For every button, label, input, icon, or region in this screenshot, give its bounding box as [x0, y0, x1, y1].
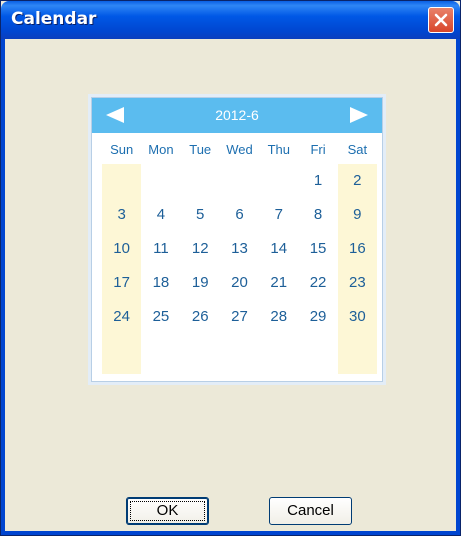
week-row: 1 2: [102, 164, 377, 198]
day-cell[interactable]: 1: [298, 164, 337, 198]
cancel-button-label: Cancel: [287, 502, 334, 519]
day-cell: [141, 164, 180, 198]
day-cell[interactable]: 19: [181, 266, 220, 300]
next-month-icon[interactable]: [350, 107, 368, 123]
day-cell[interactable]: 26: [181, 300, 220, 334]
day-cell[interactable]: 3: [102, 198, 141, 232]
day-cell: [102, 164, 141, 198]
day-cell[interactable]: 4: [141, 198, 180, 232]
day-cell[interactable]: 14: [259, 232, 298, 266]
week-row: 10 11 12 13 14 15 16: [102, 232, 377, 266]
close-x-icon: [434, 13, 448, 27]
weekday-label: Wed: [226, 142, 253, 157]
close-button[interactable]: [428, 7, 454, 33]
day-grid: 1 2 3 4 5 6 7 8 9 10 11 12 13 14 15 16 1…: [102, 164, 377, 374]
day-cell[interactable]: 17: [102, 266, 141, 300]
day-cell[interactable]: 9: [338, 198, 377, 232]
title-bar: Calendar: [1, 1, 460, 39]
week-row: 24 25 26 27 28 29 30: [102, 300, 377, 334]
calendar-widget: 2012-6 Sun Mon Tue Wed Thu Fri Sat 1 2 3…: [91, 97, 383, 382]
day-cell[interactable]: 23: [338, 266, 377, 300]
day-cell[interactable]: 25: [141, 300, 180, 334]
day-cell[interactable]: 18: [141, 266, 180, 300]
day-cell: [220, 164, 259, 198]
day-cell[interactable]: 20: [220, 266, 259, 300]
week-row: 3 4 5 6 7 8 9: [102, 198, 377, 232]
window-border-right: [456, 39, 460, 535]
dialog-body: 2012-6 Sun Mon Tue Wed Thu Fri Sat 1 2 3…: [5, 39, 456, 531]
day-cell[interactable]: 13: [220, 232, 259, 266]
day-cell[interactable]: 6: [220, 198, 259, 232]
day-cell[interactable]: 15: [298, 232, 337, 266]
day-cell[interactable]: 24: [102, 300, 141, 334]
window-border-bottom: [1, 531, 460, 535]
day-cell[interactable]: 5: [181, 198, 220, 232]
window-title: Calendar: [11, 9, 97, 29]
weekday-label: Tue: [189, 142, 212, 157]
day-cell[interactable]: 2: [338, 164, 377, 198]
calendar-dialog: Calendar 2012-6 Sun Mon Tue Wed Thu Fri …: [0, 0, 461, 536]
weekday-label: Sat: [347, 142, 368, 157]
day-cell[interactable]: 11: [141, 232, 180, 266]
month-label: 2012-6: [215, 107, 259, 123]
day-cell[interactable]: 12: [181, 232, 220, 266]
day-cell[interactable]: 16: [338, 232, 377, 266]
weekday-label: Mon: [148, 142, 174, 157]
day-cell[interactable]: 22: [298, 266, 337, 300]
weekday-label: Fri: [310, 142, 326, 157]
weekday-header-row: Sun Mon Tue Wed Thu Fri Sat: [102, 138, 377, 162]
day-cell[interactable]: 29: [298, 300, 337, 334]
day-cell[interactable]: 7: [259, 198, 298, 232]
week-row: 17 18 19 20 21 22 23: [102, 266, 377, 300]
weekday-label: Thu: [267, 142, 290, 157]
weekday-label: Sun: [110, 142, 134, 157]
calendar-header: 2012-6: [92, 98, 382, 133]
ok-button[interactable]: OK: [126, 497, 209, 525]
focus-rectangle: [130, 501, 205, 521]
day-cell[interactable]: 10: [102, 232, 141, 266]
day-cell[interactable]: 8: [298, 198, 337, 232]
day-cell: [259, 164, 298, 198]
day-cell[interactable]: 28: [259, 300, 298, 334]
day-cell: [181, 164, 220, 198]
day-cell[interactable]: 21: [259, 266, 298, 300]
day-cell[interactable]: 30: [338, 300, 377, 334]
cancel-button[interactable]: Cancel: [269, 497, 352, 525]
day-cell[interactable]: 27: [220, 300, 259, 334]
